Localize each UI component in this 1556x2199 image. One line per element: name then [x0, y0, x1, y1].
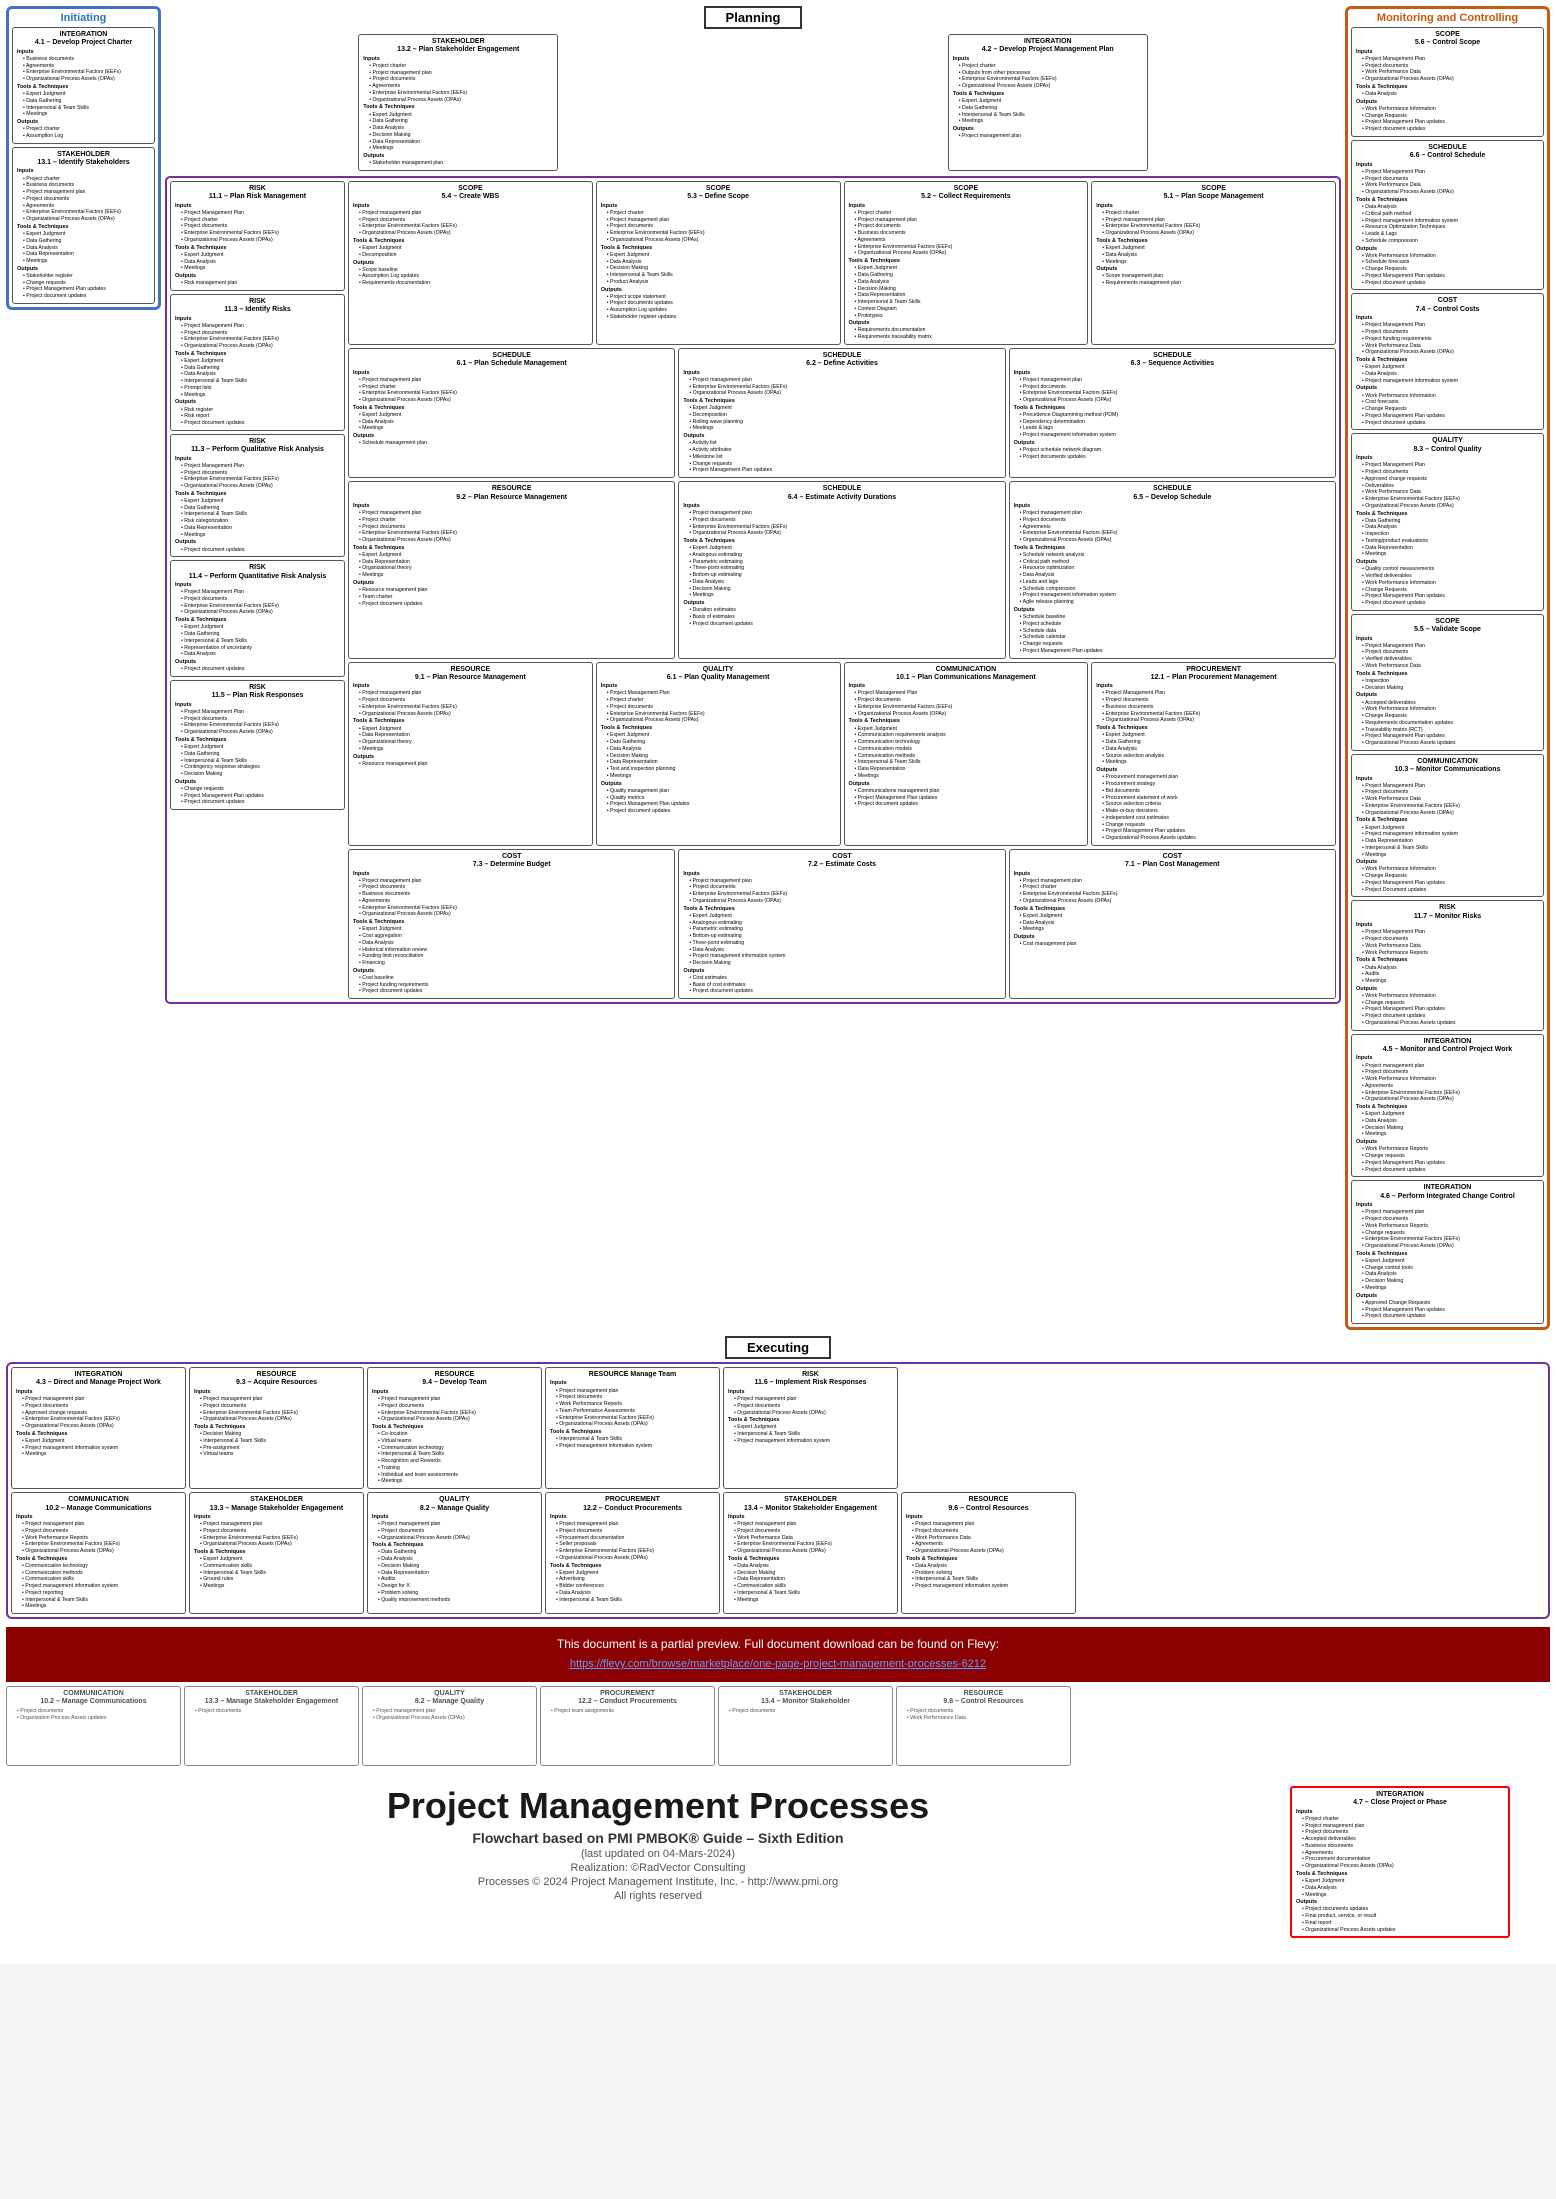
- monitoring-phase-border: Monitoring and Controlling SCOPE5.6 – Co…: [1345, 6, 1550, 1330]
- main-container: Initiating INTEGRATION4.1 – Develop Proj…: [0, 0, 1556, 1964]
- box-communication-10-1: COMMUNICATION10.1 – Plan Communications …: [844, 662, 1089, 846]
- box-schedule-6-5: SCHEDULE6.5 – Develop Schedule Inputs • …: [1009, 481, 1336, 658]
- box-procurement-12-1: PROCUREMENT12.1 – Plan Procurement Manag…: [1091, 662, 1336, 846]
- executing-label: Executing: [725, 1336, 831, 1359]
- box-schedule-6-2: SCHEDULE6.2 – Define Activities Inputs •…: [678, 348, 1005, 478]
- diagram-outer: Initiating INTEGRATION4.1 – Develop Proj…: [0, 0, 1556, 1964]
- box-communication-10-3: COMMUNICATION10.3 – Monitor Communicatio…: [1351, 754, 1544, 898]
- preview-full-text: Full document download can be found on F…: [744, 1637, 999, 1651]
- box-quality-8-2: QUALITY8.2 – Manage Quality Inputs • Pro…: [367, 1492, 542, 1614]
- box-scope-5-3: SCOPE5.3 – Define Scope Inputs • Project…: [596, 181, 841, 345]
- initiating-phase-border: Initiating INTEGRATION4.1 – Develop Proj…: [6, 6, 161, 310]
- box-stakeholder-13-2: STAKEHOLDER13.2 – Plan Stakeholder Engag…: [358, 34, 558, 171]
- box-resource-9-4: RESOURCE9.4 – Develop Team Inputs • Proj…: [367, 1367, 542, 1489]
- box-integration-4-5: INTEGRATION4.5 – Monitor and Control Pro…: [1351, 1034, 1544, 1178]
- preview-watermark: This document is a partial preview. Full…: [6, 1627, 1550, 1682]
- box-scope-5-4: SCOPE5.4 – Create WBS Inputs • Project m…: [348, 181, 593, 345]
- initiating-label: Initiating: [12, 12, 155, 24]
- preview-link[interactable]: https://flevy.com/browse/marketplace/one…: [570, 1658, 986, 1670]
- box-risk-11-5: RISK11.5 – Plan Risk Responses Inputs • …: [170, 680, 345, 810]
- executing-phase-border: INTEGRATION4.3 – Direct and Manage Proje…: [6, 1362, 1550, 1619]
- box-integration-4-7: INTEGRATION4.7 – Close Project or Phase …: [1290, 1786, 1510, 1938]
- box-scope-5-5: SCOPE5.5 – Validate Scope Inputs • Proje…: [1351, 614, 1544, 751]
- box-quality-8-3: QUALITY8.3 – Control Quality Inputs • Pr…: [1351, 433, 1544, 610]
- page-main-title: Project Management Processes: [46, 1786, 1270, 1826]
- box-cost-7-4: COST7.4 – Control Costs Inputs • Project…: [1351, 293, 1544, 430]
- footer-section: Project Management Processes Flowchart b…: [6, 1766, 1550, 1958]
- box-resource-9-5: RESOURCE Manage Team Inputs • Project ma…: [545, 1367, 720, 1489]
- page-copyright: Processes © 2024 Project Management Inst…: [46, 1876, 1270, 1888]
- box-risk-11-7: RISK11.7 – Monitor Risks Inputs • Projec…: [1351, 900, 1544, 1030]
- box-schedule-6-3: SCHEDULE6.3 – Sequence Activities Inputs…: [1009, 348, 1336, 478]
- box-scope-5-2: SCOPE5.2 – Collect Requirements Inputs •…: [844, 181, 1089, 345]
- box-cost-7-2: COST7.2 – Estimate Costs Inputs • Projec…: [678, 849, 1005, 999]
- box-integration-4-3: INTEGRATION4.3 – Direct and Manage Proje…: [11, 1367, 186, 1489]
- box-scope-5-1: SCOPE5.1 – Plan Scope Management Inputs …: [1091, 181, 1336, 345]
- page-subtitle: Flowchart based on PMI PMBOK® Guide – Si…: [46, 1830, 1270, 1846]
- box-resource-9-1: RESOURCE9.1 – Plan Resource Management I…: [348, 662, 593, 846]
- box-risk-11-1: RISK11.1 – Plan Risk Management Inputs •…: [170, 181, 345, 291]
- box-integration-4-2: INTEGRATION4.2 – Develop Project Managem…: [948, 34, 1148, 171]
- box-resource-9-6: RESOURCE9.6 – Control Resources Inputs •…: [901, 1492, 1076, 1614]
- monitoring-label: Monitoring and Controlling: [1351, 12, 1544, 24]
- box-stakeholder-13-3: STAKEHOLDER13.3 – Manage Stakeholder Eng…: [189, 1492, 364, 1614]
- box-resource-9-3: RESOURCE9.3 – Acquire Resources Inputs •…: [189, 1367, 364, 1489]
- box-cost-7-3: COST7.3 – Determine Budget Inputs • Proj…: [348, 849, 675, 999]
- box-communication-10-2: COMMUNICATION10.2 – Manage Communication…: [11, 1492, 186, 1614]
- box-scope-5-6: SCOPE5.6 – Control Scope Inputs • Projec…: [1351, 27, 1544, 137]
- partial-bottom-rows: COMMUNICATION10.2 – Manage Communication…: [6, 1686, 1550, 1766]
- planning-label: Planning: [704, 6, 803, 29]
- box-schedule-6-1: SCHEDULE6.1 – Plan Schedule Management I…: [348, 348, 675, 478]
- box-stakeholder-13-4: STAKEHOLDER13.4 – Monitor Stakeholder En…: [723, 1492, 898, 1614]
- box-cost-7-1: COST7.1 – Plan Cost Management Inputs • …: [1009, 849, 1336, 999]
- box-risk-11-3-qualitative: RISK11.3 – Perform Qualitative Risk Anal…: [170, 434, 345, 557]
- page-rights: All rights reserved: [46, 1890, 1270, 1902]
- page-last-updated: (last updated on 04-Mars-2024): [46, 1848, 1270, 1860]
- box-schedule-6-4: SCHEDULE6.4 – Estimate Activity Duration…: [678, 481, 1005, 658]
- box-risk-11-4: RISK11.4 – Perform Quantitative Risk Ana…: [170, 560, 345, 677]
- page-realization: Realization: ©RadVector Consulting: [46, 1862, 1270, 1874]
- box-risk-11-3: RISK11.3 – Identify Risks Inputs • Proje…: [170, 294, 345, 431]
- box-procurement-12-2: PROCUREMENT12.2 – Conduct Procurements I…: [545, 1492, 720, 1614]
- footer-title-area: Project Management Processes Flowchart b…: [46, 1786, 1270, 1938]
- box-integration-4-1: INTEGRATION4.1 – Develop Project Charter…: [12, 27, 155, 144]
- box-stakeholder-13-1: STAKEHOLDER13.1 – Identify Stakeholders …: [12, 147, 155, 304]
- box-integration-4-6: INTEGRATION4.6 – Perform Integrated Chan…: [1351, 1180, 1544, 1324]
- box-schedule-6-6: SCHEDULE6.6 – Control Schedule Inputs • …: [1351, 140, 1544, 290]
- box-quality-plan: QUALITY6.1 – Plan Quality Management Inp…: [596, 662, 841, 846]
- preview-text: This document is a partial preview.: [557, 1637, 741, 1651]
- box-resource-9-2: RESOURCE9.2 – Plan Resource Management I…: [348, 481, 675, 658]
- box-risk-11-6: RISK11.6 – Implement Risk Responses Inpu…: [723, 1367, 898, 1489]
